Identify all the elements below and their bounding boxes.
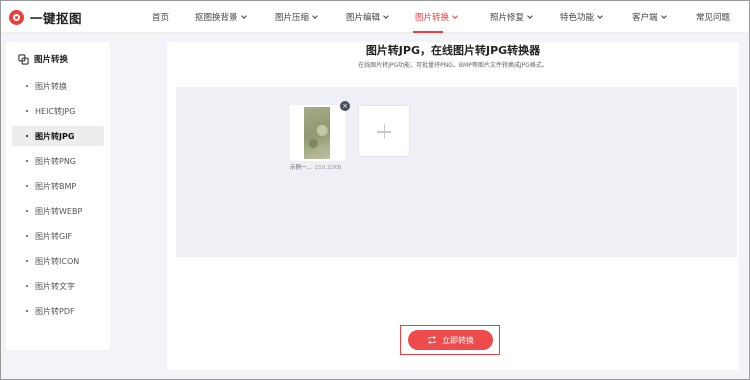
sidebar-title: 图片转换 (34, 55, 69, 65)
nav-active-underline (413, 31, 443, 33)
nav-repair[interactable]: 照片修复 (490, 11, 533, 23)
brand-logo-icon (9, 9, 24, 25)
chevron-down-icon (527, 13, 533, 19)
upload-area[interactable]: × 示例一... 210.22KB (176, 87, 737, 257)
chevron-down-icon (383, 13, 389, 19)
nav-convert[interactable]: 图片转换 (415, 11, 458, 23)
convert-button-label: 立即转换 (442, 335, 474, 345)
file-thumbnail[interactable] (290, 105, 345, 161)
top-header: 一键抠图 首页 抠图换背景 图片压缩 图片编辑 图片转换 照片修复 特色功能 客… (1, 1, 749, 33)
add-file-button[interactable] (358, 105, 410, 157)
main-panel: 图片转JPG，在线图片转JPG转换器 在线图片转JPG功能，可批量将PNG、BM… (167, 42, 739, 370)
image-convert-icon (18, 53, 29, 65)
image-preview (304, 107, 330, 159)
sidebar-item-to-text[interactable]: 图片转文字 (12, 276, 104, 296)
nav-compress[interactable]: 图片压缩 (275, 11, 318, 23)
page-title: 图片转JPG，在线图片转JPG转换器 (365, 44, 541, 57)
nav-features[interactable]: 特色功能 (560, 11, 603, 23)
brand-name: 一键抠图 (30, 10, 83, 26)
close-icon[interactable]: × (340, 101, 350, 111)
sidebar-item-to-jpg[interactable]: 图片转JPG (12, 126, 104, 146)
sidebar-item-to-gif[interactable]: 图片转GIF (12, 226, 104, 246)
chevron-down-icon (452, 13, 458, 19)
convert-icon (428, 336, 436, 344)
sidebar-item-to-bmp[interactable]: 图片转BMP (12, 176, 104, 196)
chevron-down-icon (597, 13, 603, 19)
sidebar-item-image-convert[interactable]: 图片转换 (12, 76, 104, 96)
plus-icon-stroke (383, 124, 385, 139)
chevron-down-icon (240, 13, 247, 19)
sidebar-item-to-pdf[interactable]: 图片转PDF (12, 301, 104, 321)
nav-client[interactable]: 客户端 (632, 11, 667, 23)
file-label: 示例一... 210.22KB (290, 163, 341, 171)
file-size: 210.22KB (314, 165, 342, 171)
page-subtitle: 在线图片转JPG功能，可批量将PNG、BMP等图片文件转换成JPG格式。 (358, 62, 548, 69)
nav-cutout[interactable]: 抠图换背景 (195, 11, 247, 23)
nav-home[interactable]: 首页 (152, 11, 169, 23)
chevron-down-icon (660, 13, 667, 19)
nav-edit[interactable]: 图片编辑 (346, 11, 389, 23)
convert-button[interactable]: 立即转换 (408, 330, 493, 350)
sidebar-header: 图片转换 (18, 53, 68, 65)
sidebar-item-to-webp[interactable]: 图片转WEBP (12, 201, 104, 221)
sidebar: 图片转换 图片转换 HEIC转JPG 图片转JPG 图片转PNG 图片转BMP … (6, 42, 110, 350)
sidebar-item-to-icon[interactable]: 图片转ICON (12, 251, 104, 271)
nav-faq[interactable]: 常见问题 (696, 11, 730, 23)
chevron-down-icon (312, 13, 318, 19)
brand[interactable]: 一键抠图 (9, 8, 82, 26)
sidebar-item-to-png[interactable]: 图片转PNG (12, 151, 104, 171)
file-name: 示例一... (290, 165, 312, 171)
sidebar-item-heic-jpg[interactable]: HEIC转JPG (12, 101, 104, 121)
